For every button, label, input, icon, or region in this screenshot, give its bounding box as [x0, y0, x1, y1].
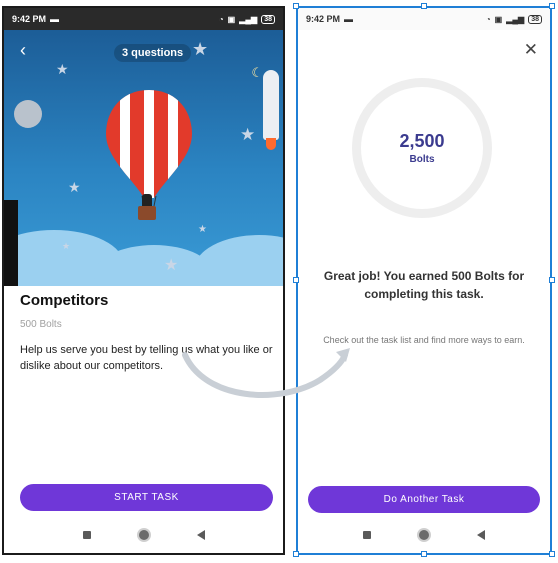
selection-handle — [549, 551, 555, 557]
star-icon: ★ — [68, 179, 81, 195]
star-icon: ★ — [164, 257, 179, 274]
selection-handle — [549, 3, 555, 9]
home-button[interactable] — [138, 530, 149, 540]
battery-icon: 38 — [261, 14, 275, 24]
sim-icon: ▣ — [227, 14, 236, 24]
star-icon: ★ — [240, 125, 256, 144]
bolts-total-ring: 2,500 Bolts — [352, 78, 492, 218]
star-icon: ★ — [56, 61, 69, 77]
recent-apps-button[interactable] — [82, 531, 91, 539]
tower-decoration — [4, 200, 18, 286]
signal-icon: ▂▄▆ — [506, 14, 525, 24]
questions-count-badge: 3 questions — [114, 44, 192, 62]
task-bolts-reward: 500 Bolts — [20, 319, 62, 330]
right-phone-screen: 9:42 PM ▬ ◔ ▣ ▂▄▆ 38 ✕ 2,500 Bolts Great… — [296, 6, 552, 555]
task-details: Competitors 500 Bolts Help us serve you … — [20, 292, 273, 374]
star-icon: ★ — [198, 224, 207, 235]
task-hero-image: ☾ ★ ★ ★ ★ ★ ★ ★ ‹ 3 questions — [4, 30, 283, 286]
selection-handle — [293, 3, 299, 9]
status-time: 9:42 PM — [306, 14, 341, 24]
planet-decoration — [14, 100, 42, 128]
wifi-icon: ◔ — [485, 14, 491, 24]
nav-back-button[interactable] — [196, 530, 205, 540]
home-button[interactable] — [419, 530, 429, 540]
success-message: Great job! You earned 500 Bolts for comp… — [323, 269, 525, 301]
selection-handle — [549, 277, 555, 283]
hot-air-balloon-illustration — [104, 88, 194, 238]
signal-icon: ▂▄▆ — [239, 14, 258, 24]
star-icon: ★ — [62, 241, 71, 251]
selection-handle — [293, 277, 299, 283]
recent-apps-button[interactable] — [363, 531, 371, 539]
balloon-rider — [142, 194, 152, 206]
nav-back-button[interactable] — [477, 530, 485, 540]
close-icon[interactable]: ✕ — [524, 40, 538, 60]
selection-handle — [293, 551, 299, 557]
android-nav-bar — [4, 525, 283, 545]
task-description: Help us serve you best by telling us wha… — [20, 344, 273, 372]
start-task-button[interactable]: START TASK — [20, 484, 273, 511]
status-bar: 9:42 PM ▬ ◔ ▣ ▂▄▆ 38 — [298, 8, 550, 30]
bolts-total-unit: Bolts — [409, 154, 435, 165]
cloud-decoration — [194, 235, 283, 286]
selection-handle — [421, 551, 427, 557]
wifi-icon: ◔ — [218, 14, 224, 24]
moon-icon: ☾ — [251, 65, 263, 80]
star-icon: ★ — [192, 39, 209, 59]
do-another-task-button[interactable]: Do Another Task — [308, 486, 540, 513]
android-nav-bar — [298, 525, 550, 545]
message-icon: ▬ — [344, 14, 354, 24]
selection-handle — [421, 3, 427, 9]
status-time: 9:42 PM — [12, 14, 47, 24]
balloon-basket — [138, 206, 156, 220]
task-title: Competitors — [20, 292, 109, 309]
status-bar: 9:42 PM ▬ ◔ ▣ ▂▄▆ 38 — [4, 8, 283, 30]
battery-icon: 38 — [528, 14, 542, 24]
checkout-hint: Check out the task list and find more wa… — [323, 335, 525, 345]
rocket-decoration — [263, 70, 279, 150]
sim-icon: ▣ — [494, 14, 503, 24]
bolts-total-value: 2,500 — [399, 131, 445, 151]
left-phone-screen: 9:42 PM ▬ ◔ ▣ ▂▄▆ 38 ☾ ★ ★ ★ ★ ★ ★ ★ ‹ 3… — [2, 6, 285, 555]
message-icon: ▬ — [50, 14, 60, 24]
back-arrow-icon[interactable]: ‹ — [20, 40, 26, 61]
